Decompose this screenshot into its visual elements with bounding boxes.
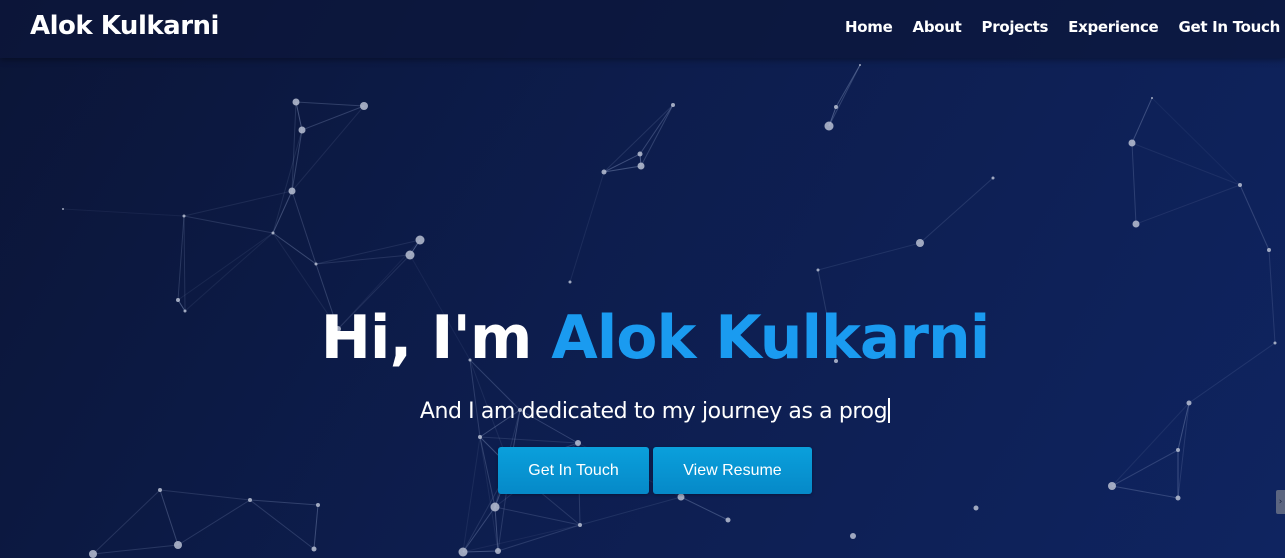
hero-typed-subtitle: And I am dedicated to my journey as a pr…	[0, 398, 1285, 424]
nav-link-about[interactable]: About	[913, 18, 962, 36]
top-navbar: Alok Kulkarni Home About Projects Experi…	[0, 0, 1285, 58]
view-resume-button[interactable]: View Resume	[653, 447, 812, 494]
get-in-touch-button[interactable]: Get In Touch	[498, 447, 649, 494]
nav-link-home[interactable]: Home	[845, 18, 893, 36]
brand-logo-text[interactable]: Alok Kulkarni	[30, 11, 219, 41]
side-scroll-handle[interactable]: ›	[1276, 490, 1285, 514]
nav-links: Home About Projects Experience Get In To…	[825, 18, 1280, 36]
typing-cursor	[888, 398, 891, 423]
nav-link-get-in-touch[interactable]: Get In Touch	[1178, 18, 1280, 36]
typed-text: And I am dedicated to my journey as a pr…	[419, 399, 888, 424]
portfolio-page: Alok Kulkarni Home About Projects Experi…	[0, 0, 1285, 558]
hero-title: Hi, I'm Alok Kulkarni	[0, 300, 1285, 376]
chevron-right-icon: ›	[1278, 497, 1283, 507]
hero-section: Hi, I'm Alok Kulkarni And I am dedicated…	[0, 0, 1285, 558]
hero-greeting: Hi, I'm	[320, 303, 552, 373]
nav-link-experience[interactable]: Experience	[1068, 18, 1159, 36]
nav-link-projects[interactable]: Projects	[982, 18, 1049, 36]
hero-name: Alok Kulkarni	[551, 303, 990, 373]
